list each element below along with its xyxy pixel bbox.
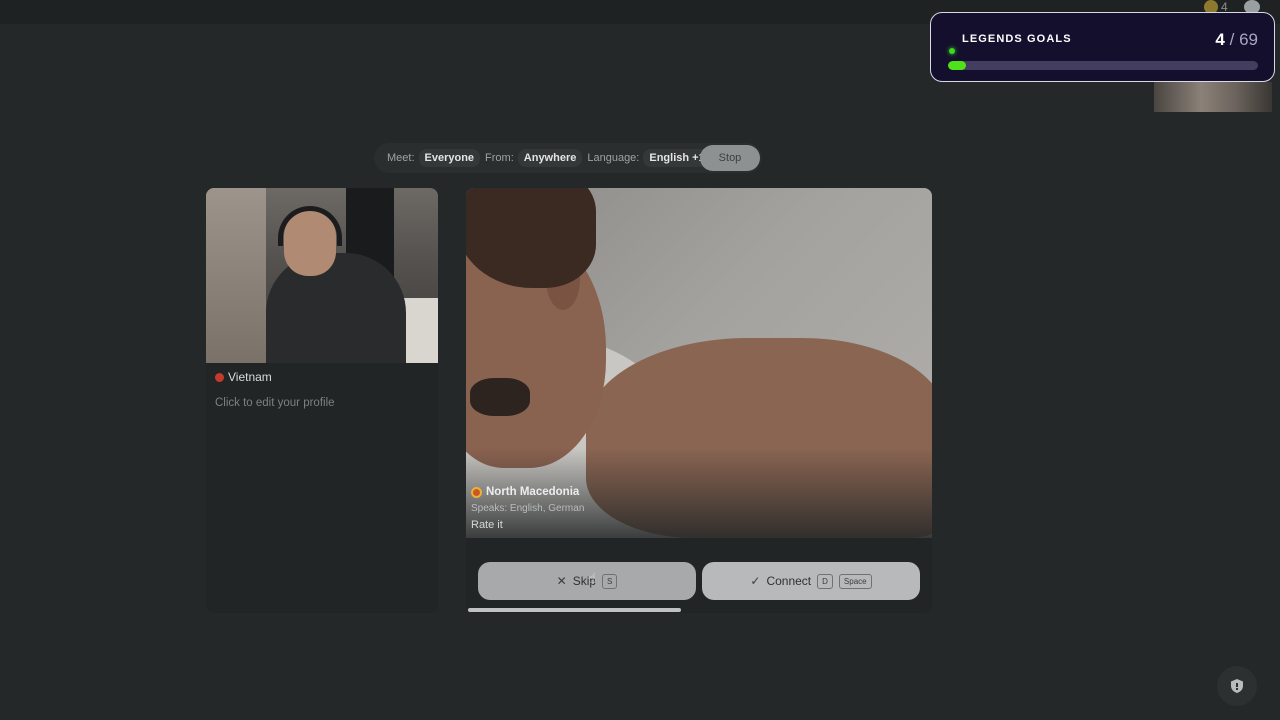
from-label: From: [485, 152, 514, 164]
partner-country-label: North Macedonia [486, 486, 580, 498]
goals-progress-fill [948, 61, 966, 70]
live-dot-icon [949, 48, 955, 54]
connect-shortcut-key: D [817, 573, 833, 589]
goals-total: 69 [1239, 30, 1258, 49]
partner-country: North Macedonia [471, 486, 584, 498]
shield-icon [1231, 679, 1243, 693]
partner-languages: Speaks: English, German [471, 503, 585, 514]
goals-title: LEGENDS GOALS [962, 33, 1072, 45]
meet-label: Meet: [387, 152, 415, 164]
check-icon: ✓ [750, 574, 761, 588]
self-panel: Vietnam Click to edit your profile [206, 188, 438, 613]
north-macedonia-flag-icon [471, 486, 482, 498]
edit-profile-link[interactable]: Click to edit your profile [215, 397, 335, 409]
vietnam-flag-icon [215, 372, 224, 382]
skip-shortcut-key: S [602, 573, 618, 589]
close-icon: ✕ [556, 574, 567, 588]
from-filter[interactable]: Anywhere [517, 149, 583, 167]
goals-count: 4 / 69 [1215, 30, 1258, 50]
rate-it-link[interactable]: Rate it [471, 519, 584, 531]
self-video [206, 188, 438, 363]
mouse-cursor-icon: ☝ [588, 570, 597, 586]
stop-button[interactable]: Stop [700, 145, 760, 171]
meet-filter[interactable]: Everyone [418, 149, 481, 167]
connect-shortcut-key-space: Space [838, 573, 872, 589]
goals-current: 4 [1215, 30, 1225, 49]
language-label: Language: [587, 152, 640, 164]
goals-overlay: LEGENDS GOALS 4 / 69 [930, 12, 1275, 82]
partner-info: North Macedonia Speaks: English, German … [471, 486, 584, 531]
goals-progress-bar [948, 61, 1258, 70]
match-timer-bar [468, 608, 681, 612]
connect-label: Connect [766, 574, 812, 588]
self-country-label: Vietnam [228, 370, 272, 384]
goals-separator: / [1229, 30, 1235, 49]
safety-button[interactable] [1217, 666, 1257, 706]
streamer-camera-thumbnail [1154, 82, 1272, 112]
partner-panel: North Macedonia Speaks: English, German … [466, 188, 932, 613]
connect-button[interactable]: ✓ Connect D Space [702, 562, 920, 600]
skip-button[interactable]: ✕ Skip S [478, 562, 696, 600]
self-country: Vietnam [215, 370, 272, 384]
